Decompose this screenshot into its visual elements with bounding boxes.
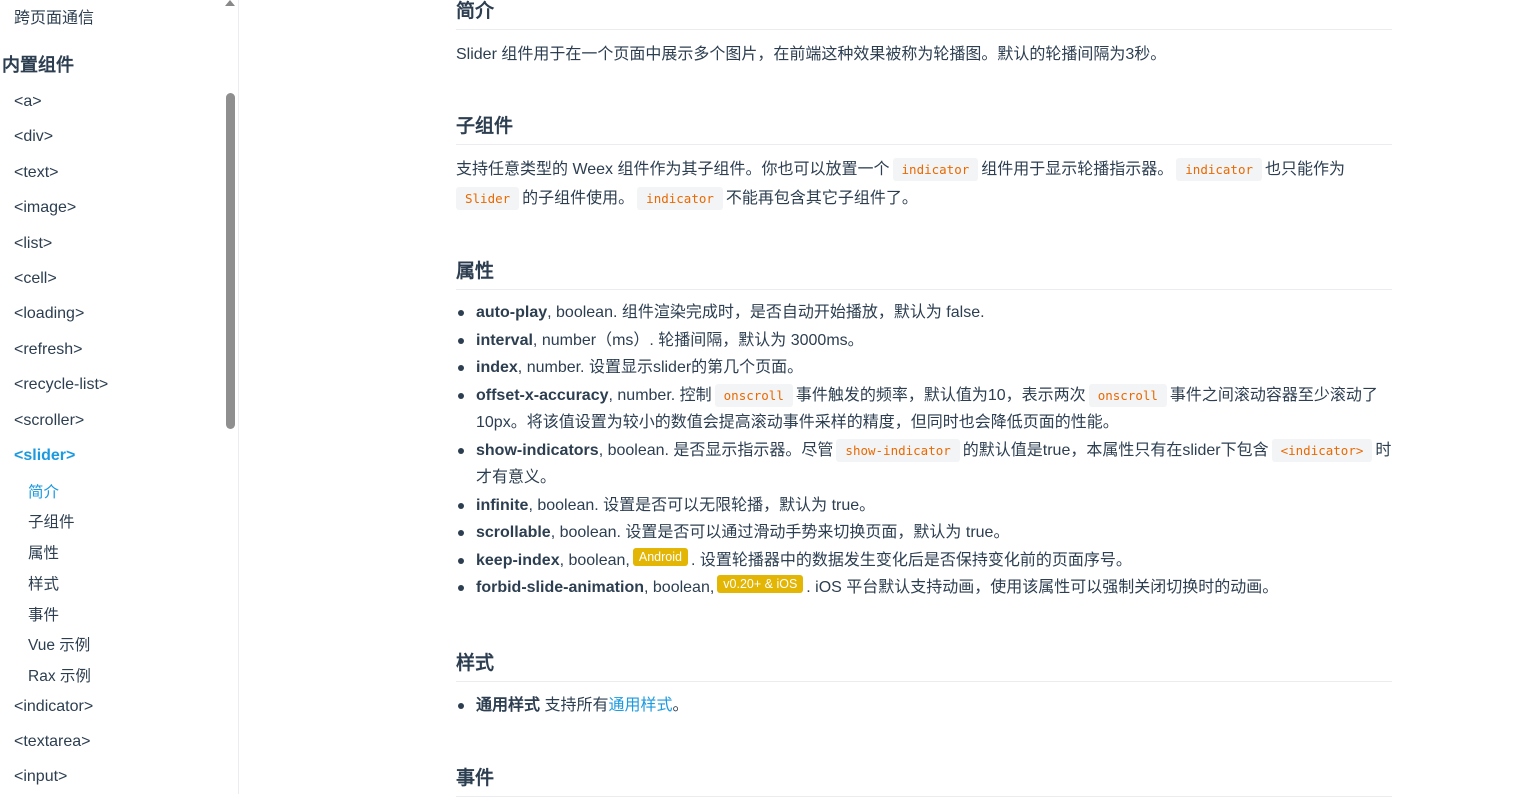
- sidebar-item-div[interactable]: <div>: [14, 128, 53, 146]
- prop-desc: , boolean. 是否显示指示器。尽管: [598, 441, 834, 459]
- section-heading-intro: 简介: [456, 0, 1392, 30]
- prop-name: auto-play: [476, 304, 548, 321]
- sidebar-subitem-styles[interactable]: 样式: [28, 572, 59, 594]
- prop-desc: , boolean,: [644, 579, 715, 596]
- sidebar-item-list[interactable]: <list>: [14, 235, 52, 253]
- prop-desc: , number. 控制: [608, 386, 712, 404]
- section-heading-styles: 样式: [456, 648, 1392, 682]
- sidebar: 跨页面通信 内置组件 <a> <div> <text> <image> <lis…: [0, 0, 239, 794]
- sidebar-item-text[interactable]: <text>: [14, 164, 58, 182]
- intro-paragraph: Slider 组件用于在一个页面中展示多个图片，在前端这种效果被称为轮播图。默认…: [456, 46, 1167, 63]
- prop-desc: , boolean. 组件渲染完成时，是否自动开始播放，默认为 false.: [547, 304, 985, 321]
- prop-name: interval: [476, 331, 533, 349]
- sidebar-subitem-children[interactable]: 子组件: [28, 510, 75, 532]
- sidebar-item-a[interactable]: <a>: [14, 93, 42, 111]
- list-item: interval, number（ms）. 轮播间隔，默认为 3000ms。: [456, 327, 1392, 355]
- platform-badge-ios: v0.20+ & iOS: [717, 575, 804, 593]
- style-desc-end: 。: [672, 697, 689, 714]
- styles-list: 通用样式 支持所有通用样式。: [456, 692, 1392, 720]
- inline-code-indicator: indicator: [1176, 158, 1262, 181]
- prop-name: infinite: [476, 496, 529, 514]
- list-item: forbid-slide-animation, boolean, v0.20+ &…: [456, 574, 1392, 602]
- list-item: 通用样式 支持所有通用样式。: [456, 692, 1392, 720]
- sidebar-section-heading-builtin-components[interactable]: 内置组件: [2, 51, 74, 77]
- sidebar-item-scroller[interactable]: <scroller>: [14, 412, 84, 430]
- sidebar-item-loading[interactable]: <loading>: [14, 305, 84, 323]
- prop-desc: . iOS 平台默认支持动画，使用该属性可以强制关闭切换时的动画。: [806, 579, 1279, 596]
- prop-name: keep-index: [476, 551, 560, 569]
- sidebar-item-image[interactable]: <image>: [14, 199, 76, 217]
- list-item: infinite, boolean. 设置是否可以无限轮播，默认为 true。: [456, 492, 1392, 520]
- inline-code-indicator: indicator: [637, 187, 723, 210]
- children-text-1: 支持任意类型的 Weex 组件作为其子组件。你也可以放置一个: [456, 161, 890, 178]
- sidebar-subitem-vue-example[interactable]: Vue 示例: [28, 633, 90, 655]
- sidebar-item-textarea[interactable]: <textarea>: [14, 733, 91, 751]
- inline-code-indicator-tag: <indicator>: [1271, 438, 1373, 462]
- sidebar-item-slider[interactable]: <slider>: [14, 447, 75, 465]
- children-text-5: 不能再包含其它子组件了。: [725, 190, 918, 207]
- style-name: 通用样式: [476, 697, 541, 714]
- prop-name: show-indicators: [476, 441, 599, 459]
- sidebar-item-input[interactable]: <input>: [14, 768, 67, 786]
- prop-name: scrollable: [476, 524, 551, 541]
- section-heading-events: 事件: [456, 763, 1392, 797]
- section-heading-children: 子组件: [456, 111, 1392, 145]
- children-paragraph: 支持任意类型的 Weex 组件作为其子组件。你也可以放置一个 indicator 组…: [456, 155, 1392, 213]
- prop-desc: , boolean. 设置是否可以无限轮播，默认为 true。: [528, 496, 876, 514]
- prop-desc: , boolean. 设置是否可以通过滑动手势来切换页面，默认为 true。: [550, 524, 1010, 541]
- sidebar-subitem-rax-example[interactable]: Rax 示例: [28, 664, 91, 686]
- prop-name: offset-x-accuracy: [476, 386, 609, 404]
- prop-name: index: [476, 359, 518, 376]
- sidebar-scrollbar-thumb[interactable]: [226, 93, 235, 429]
- sidebar-item-refresh[interactable]: <refresh>: [14, 341, 82, 359]
- prop-desc: . 设置轮播器中的数据发生变化后是否保持变化前的页面序号。: [690, 551, 1132, 569]
- section-heading-props: 属性: [456, 256, 1392, 290]
- prop-desc: , boolean,: [559, 551, 630, 569]
- sidebar-subitem-intro[interactable]: 简介: [28, 480, 59, 502]
- scrollbar-up-arrow-icon[interactable]: [225, 0, 235, 6]
- children-text-3: 也只能作为: [1265, 161, 1346, 178]
- inline-code-indicator: indicator: [892, 158, 979, 181]
- props-list: auto-play, boolean. 组件渲染完成时，是否自动开始播放，默认为…: [456, 299, 1392, 602]
- sidebar-item-cross-page-communication[interactable]: 跨页面通信: [14, 4, 94, 28]
- prop-desc: , number（ms）. 轮播间隔，默认为 3000ms。: [532, 331, 864, 349]
- sidebar-item-indicator[interactable]: <indicator>: [14, 698, 93, 716]
- sidebar-item-recycle-list[interactable]: <recycle-list>: [14, 376, 108, 394]
- list-item: show-indicators, boolean. 是否显示指示器。尽管 show…: [456, 437, 1392, 492]
- prop-desc: , number. 设置显示slider的第几个页面。: [517, 359, 804, 376]
- inline-code-onscroll: onscroll: [714, 383, 793, 407]
- sidebar-subitem-events[interactable]: 事件: [28, 603, 59, 625]
- list-item: keep-index, boolean, Android. 设置轮播器中的数据发生…: [456, 547, 1392, 575]
- list-item: scrollable, boolean. 设置是否可以通过滑动手势来切换页面，默…: [456, 519, 1392, 547]
- inline-code-slider: Slider: [456, 187, 520, 210]
- children-text-2: 组件用于显示轮播指示器。: [981, 161, 1174, 178]
- style-desc: 支持所有: [544, 697, 609, 714]
- prop-name: forbid-slide-animation: [476, 579, 644, 596]
- prop-desc: 事件触发的频率，默认值为10，表示两次: [795, 386, 1086, 404]
- inline-code-onscroll: onscroll: [1088, 383, 1167, 407]
- inline-code-show-indicator: show-indicator: [836, 438, 960, 462]
- list-item: offset-x-accuracy, number. 控制 onscroll 事件触…: [456, 382, 1392, 437]
- prop-desc: 的默认值是true，本属性只有在slider下包含: [962, 441, 1269, 459]
- children-text-4: 的子组件使用。: [522, 190, 635, 207]
- list-item: index, number. 设置显示slider的第几个页面。: [456, 354, 1392, 382]
- common-styles-link[interactable]: 通用样式: [608, 697, 672, 714]
- platform-badge-android: Android: [632, 547, 688, 566]
- list-item: auto-play, boolean. 组件渲染完成时，是否自动开始播放，默认为…: [456, 299, 1392, 327]
- sidebar-subitem-props[interactable]: 属性: [28, 541, 59, 563]
- sidebar-item-cell[interactable]: <cell>: [14, 270, 57, 288]
